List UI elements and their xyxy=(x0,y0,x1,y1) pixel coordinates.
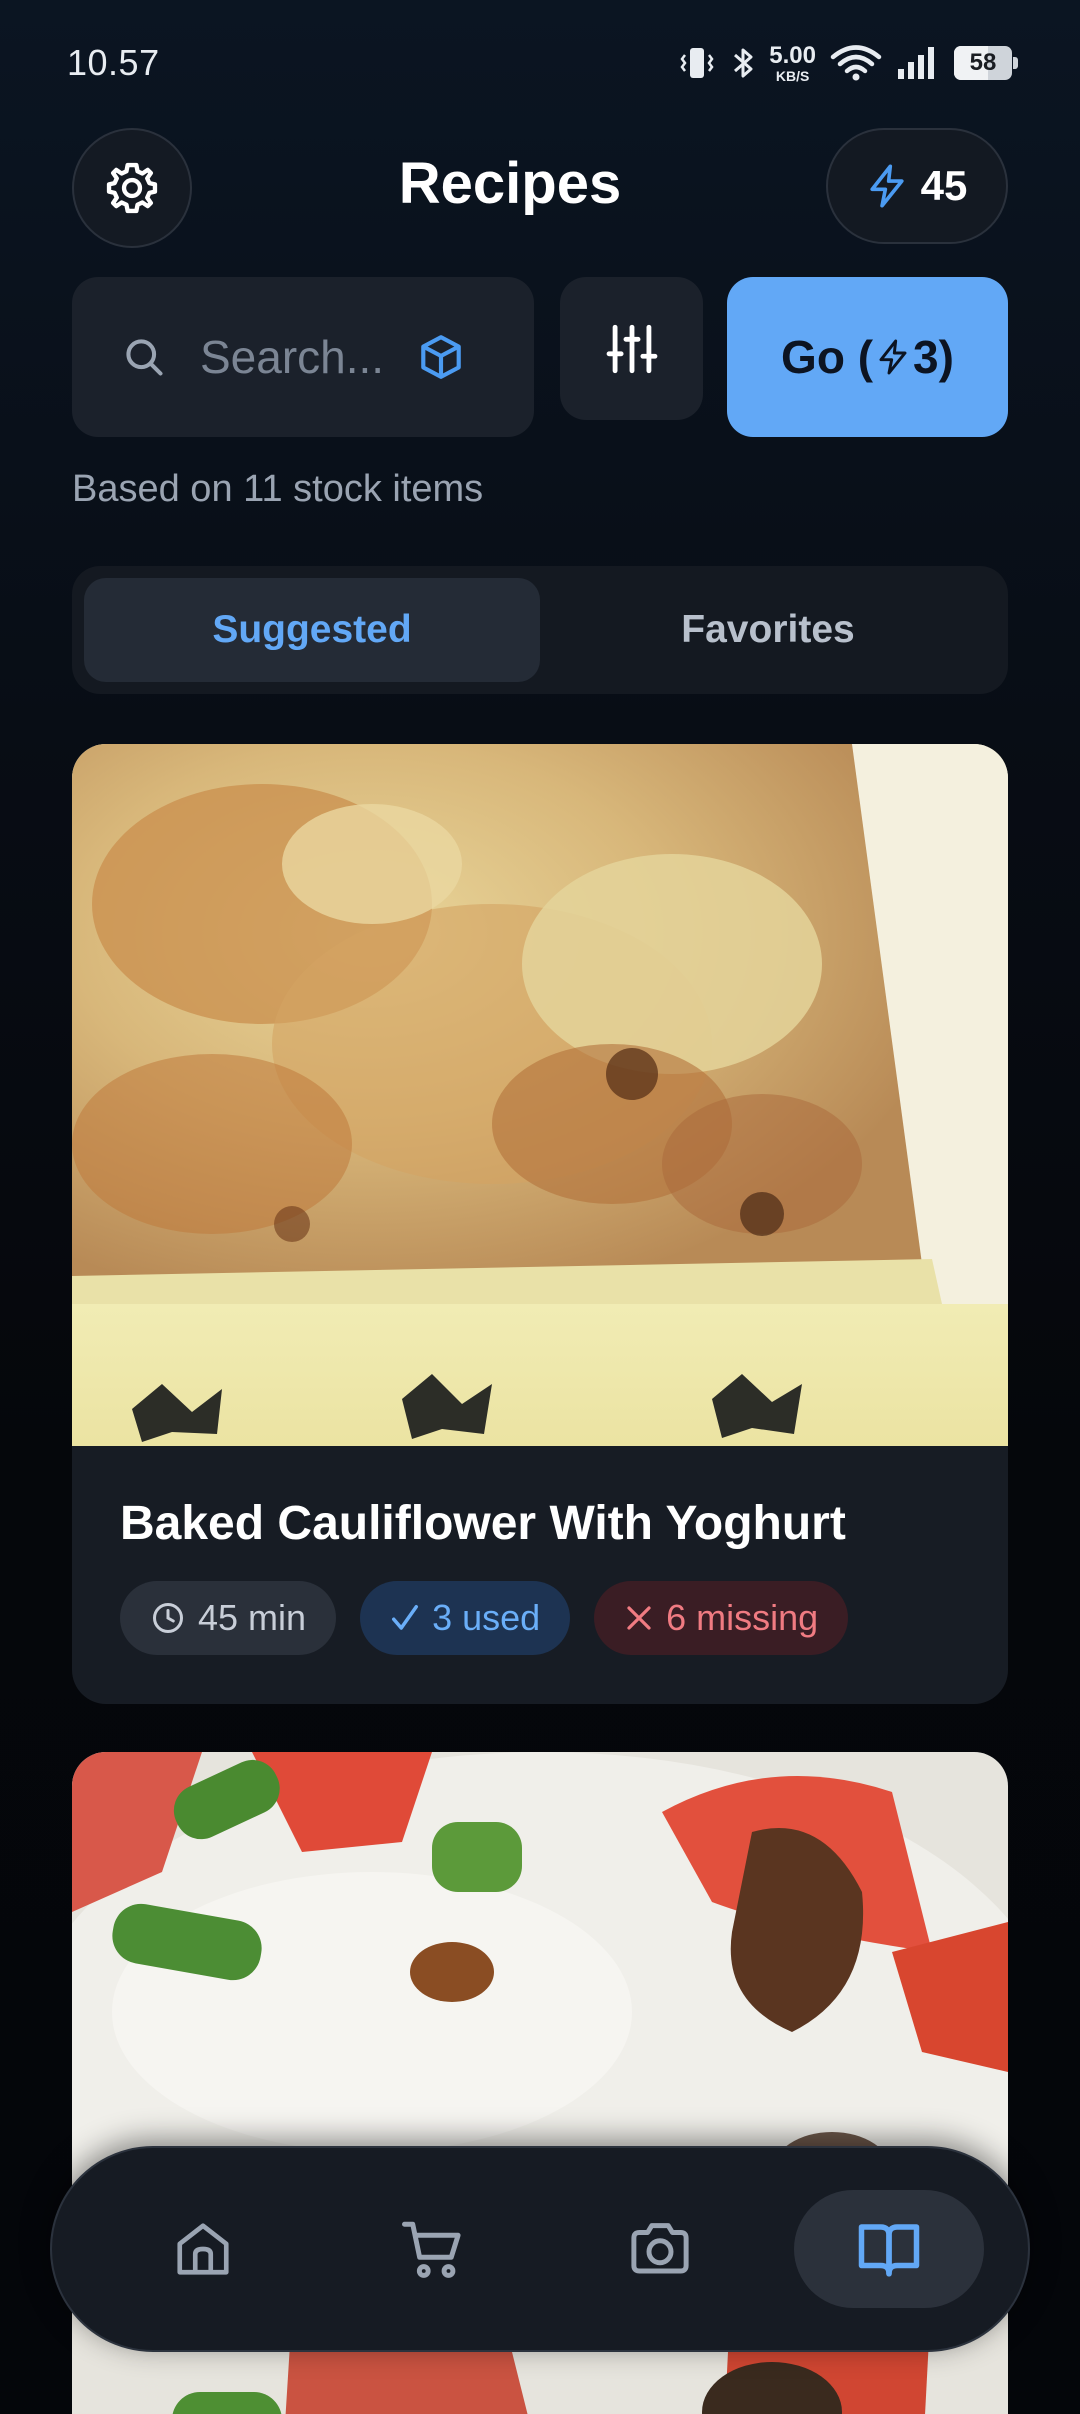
gear-icon xyxy=(106,162,158,214)
bottom-nav xyxy=(50,2146,1030,2352)
cube-icon[interactable] xyxy=(416,332,466,382)
sliders-icon xyxy=(606,324,657,373)
status-bar: 10.57 5.00 KB/S 58 xyxy=(0,0,1080,125)
used-count: 3 used xyxy=(432,1597,541,1638)
check-icon xyxy=(392,1605,419,1630)
book-icon xyxy=(858,2224,920,2277)
lightning-icon xyxy=(879,339,907,375)
recipes-screen: 10.57 5.00 KB/S 58 Recipes 45 Search... … xyxy=(0,0,1080,2414)
x-icon xyxy=(627,1606,651,1630)
missing-count: 6 missing xyxy=(666,1597,819,1638)
lightning-icon xyxy=(870,164,904,208)
wifi-icon xyxy=(830,45,882,81)
filter-button[interactable] xyxy=(560,277,703,420)
search-icon xyxy=(126,339,163,376)
time-chip: 45 min xyxy=(120,1581,337,1655)
recipe-title: Baked Cauliflower With Yoghurt xyxy=(120,1497,846,1550)
home-icon xyxy=(177,2223,229,2275)
net-speed-unit: KB/S xyxy=(775,67,810,84)
go-button-prefix: Go ( xyxy=(781,331,874,383)
tab-favorites[interactable]: Favorites xyxy=(540,578,996,682)
credits-count: 45 xyxy=(920,162,968,209)
status-icons: 5.00 KB/S 58 xyxy=(677,38,1018,88)
missing-chip: 6 missing xyxy=(594,1581,849,1655)
net-speed-value: 5.00 xyxy=(769,41,816,69)
stock-note: Based on 11 stock items xyxy=(72,468,484,510)
tab-suggested[interactable]: Suggested xyxy=(84,578,540,682)
page-title: Recipes xyxy=(398,151,622,216)
recipe-card-body: Baked Cauliflower With Yoghurt 45 min 3 … xyxy=(72,1496,1008,1655)
search-placeholder: Search... xyxy=(200,331,385,383)
signal-icon xyxy=(898,47,934,79)
recipe-image xyxy=(72,744,1008,1446)
bluetooth-icon xyxy=(734,48,753,78)
vibrate-icon xyxy=(680,48,714,78)
battery-indicator: 58 xyxy=(954,46,1018,80)
net-speed: 5.00 KB/S xyxy=(769,41,816,84)
cart-icon xyxy=(401,2221,461,2278)
settings-button[interactable] xyxy=(72,128,192,248)
recipe-time: 45 min xyxy=(198,1597,307,1638)
camera-icon xyxy=(631,2223,689,2274)
battery-level: 58 xyxy=(969,49,997,76)
recipe-tabs: Suggested Favorites xyxy=(72,566,1008,694)
go-button-cost: 3) xyxy=(913,331,954,383)
nav-recipes[interactable] xyxy=(793,2190,984,2308)
status-time: 10.57 xyxy=(67,42,160,83)
search-input[interactable]: Search... xyxy=(72,277,534,437)
nav-camera[interactable] xyxy=(565,2190,755,2308)
recipe-chips: 45 min 3 used 6 missing xyxy=(120,1581,960,1655)
nav-cart[interactable] xyxy=(337,2190,527,2308)
recipe-card[interactable]: Baked Cauliflower With Yoghurt 45 min 3 … xyxy=(72,744,1008,1704)
go-button[interactable]: Go ( 3) xyxy=(727,277,1008,437)
credits-badge[interactable]: 45 xyxy=(826,128,1008,244)
nav-home[interactable] xyxy=(108,2190,298,2308)
clock-icon xyxy=(153,1603,183,1633)
used-chip: 3 used xyxy=(360,1581,571,1655)
